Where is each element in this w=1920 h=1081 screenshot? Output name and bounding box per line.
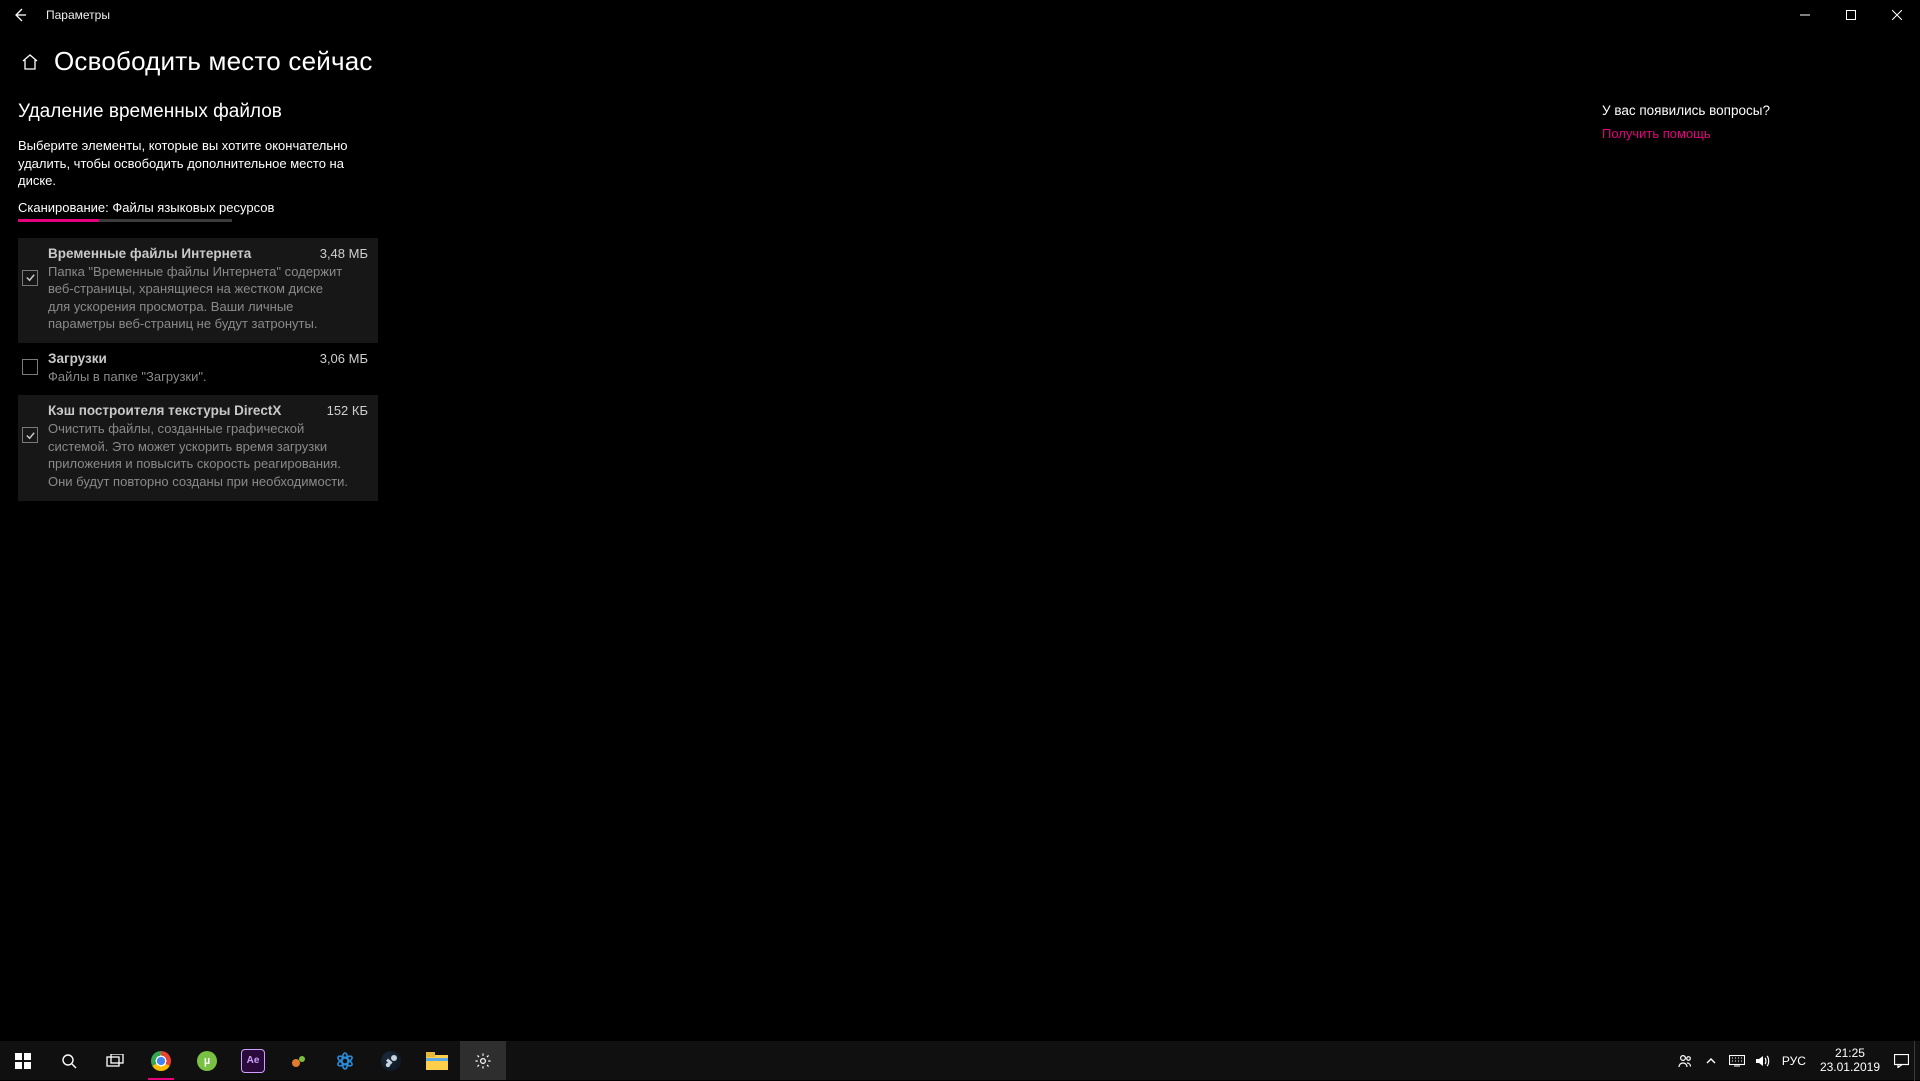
cleanup-item-desc: Папка "Временные файлы Интернета" содерж…	[48, 263, 348, 333]
steam-icon	[381, 1051, 401, 1071]
check-icon	[25, 430, 36, 441]
tray-chevron-up[interactable]	[1698, 1041, 1724, 1081]
cleanup-checkbox[interactable]	[22, 359, 38, 375]
cleanup-item[interactable]: Кэш построителя текстуры DirectX 152 КБ …	[18, 395, 378, 500]
tray-language[interactable]: РУС	[1776, 1054, 1812, 1068]
utorrent-icon: µ	[197, 1051, 217, 1071]
aftereffects-icon: Ae	[241, 1049, 265, 1073]
chrome-icon	[151, 1051, 171, 1071]
maximize-button[interactable]	[1828, 0, 1874, 30]
cleanup-checkbox[interactable]	[22, 270, 38, 286]
app-icon	[289, 1051, 309, 1071]
cleanup-item-desc: Очистить файлы, созданные графической си…	[48, 420, 348, 490]
cleanup-item-size: 3,06 МБ	[320, 351, 368, 366]
people-icon	[1677, 1053, 1693, 1069]
taskbar-left: µ Ae	[0, 1041, 506, 1080]
cleanup-item-head: Временные файлы Интернета 3,48 МБ	[48, 246, 368, 261]
search-icon	[61, 1053, 77, 1069]
app-title: Параметры	[46, 8, 110, 22]
page-header: Освободить место сейчас	[0, 30, 1920, 91]
keyboard-icon	[1729, 1055, 1745, 1067]
page-body: Удаление временных файлов Выберите элеме…	[0, 91, 1920, 1037]
close-button[interactable]	[1874, 0, 1920, 30]
taskbar-app-file-explorer[interactable]	[414, 1041, 460, 1080]
taskbar: µ Ae	[0, 1040, 1920, 1080]
taskbar-app-settings[interactable]	[460, 1041, 506, 1080]
tray-volume-icon[interactable]	[1750, 1041, 1776, 1081]
page-title: Освободить место сейчас	[54, 46, 373, 77]
cleanup-item-head: Кэш построителя текстуры DirectX 152 КБ	[48, 403, 368, 418]
taskbar-app-chrome[interactable]	[138, 1041, 184, 1080]
cleanup-item[interactable]: Загрузки 3,06 МБ Файлы в папке "Загрузки…	[18, 343, 378, 396]
cleanup-checkbox-wrap	[22, 353, 38, 375]
taskbar-app-generic-1[interactable]	[276, 1041, 322, 1080]
cleanup-item-title: Кэш построителя текстуры DirectX	[48, 403, 281, 418]
cleanup-item-body: Загрузки 3,06 МБ Файлы в папке "Загрузки…	[48, 351, 368, 386]
taskbar-app-aftereffects[interactable]: Ae	[230, 1041, 276, 1080]
check-icon	[25, 272, 36, 283]
help-question: У вас появились вопросы?	[1602, 103, 1882, 118]
cleanup-item-body: Кэш построителя текстуры DirectX 152 КБ …	[48, 403, 368, 490]
show-desktop-button[interactable]	[1914, 1041, 1920, 1081]
file-explorer-icon	[426, 1052, 448, 1070]
home-icon	[21, 53, 39, 71]
section-title: Удаление временных файлов	[18, 101, 598, 123]
taskbar-app-steam[interactable]	[368, 1041, 414, 1080]
close-icon	[1892, 10, 1902, 20]
start-button[interactable]	[0, 1041, 46, 1080]
tray-people-icon[interactable]	[1672, 1041, 1698, 1081]
cleanup-item-body: Временные файлы Интернета 3,48 МБ Папка …	[48, 246, 368, 333]
volume-icon	[1755, 1054, 1770, 1068]
task-view-button[interactable]	[92, 1041, 138, 1080]
minimize-icon	[1800, 10, 1810, 20]
taskbar-right: РУС 21:25 23.01.2019	[1672, 1041, 1920, 1080]
titlebar: Параметры	[0, 0, 1920, 30]
tray-time: 21:25	[1820, 1047, 1880, 1061]
minimize-button[interactable]	[1782, 0, 1828, 30]
task-view-icon	[106, 1054, 124, 1068]
search-button[interactable]	[46, 1041, 92, 1080]
action-center-icon	[1894, 1054, 1909, 1068]
main-column: Удаление временных файлов Выберите элеме…	[18, 101, 598, 1037]
tray-keyboard-icon[interactable]	[1724, 1041, 1750, 1081]
cleanup-checkbox-wrap	[22, 405, 38, 443]
arrow-left-icon	[12, 7, 28, 23]
windows-icon	[15, 1053, 31, 1069]
maximize-icon	[1846, 10, 1856, 20]
cleanup-item-title: Загрузки	[48, 351, 107, 366]
taskbar-app-utorrent[interactable]: µ	[184, 1041, 230, 1080]
cleanup-checkbox-wrap	[22, 248, 38, 286]
cleanup-item-size: 152 КБ	[327, 403, 368, 418]
gear-icon	[474, 1052, 492, 1070]
chevron-up-icon	[1706, 1056, 1716, 1066]
cleanup-item[interactable]: Временные файлы Интернета 3,48 МБ Папка …	[18, 238, 378, 343]
cleanup-item-head: Загрузки 3,06 МБ	[48, 351, 368, 366]
scan-progress	[18, 219, 232, 222]
cleanup-item-desc: Файлы в папке "Загрузки".	[48, 368, 348, 386]
section-description: Выберите элементы, которые вы хотите око…	[18, 137, 358, 190]
cleanup-checkbox[interactable]	[22, 427, 38, 443]
cleanup-item-size: 3,48 МБ	[320, 246, 368, 261]
scan-status: Сканирование: Файлы языковых ресурсов	[18, 200, 598, 215]
get-help-link[interactable]: Получить помощь	[1602, 126, 1882, 141]
scan-progress-fill	[18, 219, 99, 222]
titlebar-left: Параметры	[8, 3, 110, 27]
window-controls	[1782, 0, 1920, 30]
back-button[interactable]	[8, 3, 32, 27]
tray-clock[interactable]: 21:25 23.01.2019	[1812, 1047, 1888, 1075]
taskbar-app-battlenet[interactable]	[322, 1041, 368, 1080]
help-panel: У вас появились вопросы? Получить помощь	[1602, 101, 1902, 1037]
tray-action-center[interactable]	[1888, 1041, 1914, 1081]
tray-date: 23.01.2019	[1820, 1061, 1880, 1075]
home-button[interactable]	[20, 52, 40, 72]
cleanup-item-list: Временные файлы Интернета 3,48 МБ Папка …	[18, 238, 378, 501]
cleanup-item-title: Временные файлы Интернета	[48, 246, 251, 261]
battlenet-icon	[335, 1051, 355, 1071]
